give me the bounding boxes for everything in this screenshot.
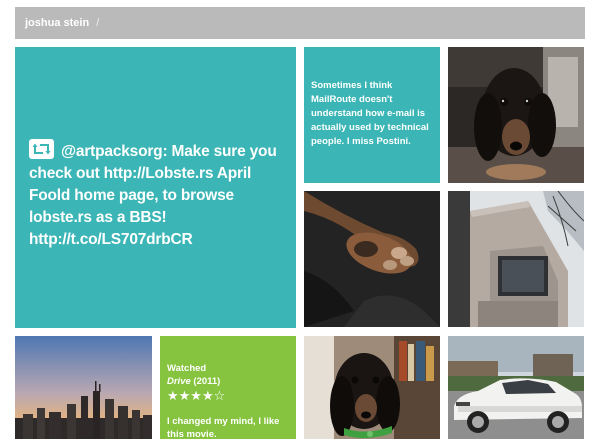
movie-review: I changed my mind, I like this movie. (167, 416, 280, 439)
photo-dachshund-on-chair[interactable] (448, 47, 584, 183)
star-rating: ★★★★☆ (167, 388, 226, 403)
movie-year: (2011) (193, 376, 221, 387)
photo-white-bmw-car[interactable] (448, 336, 584, 439)
tweet-text-large: @artpacksorg: Make sure you check out ht… (29, 143, 277, 248)
tweet-text-small: Sometimes I think MailRoute doesn't unde… (311, 80, 429, 147)
movie-label: Watched (167, 363, 207, 374)
breadcrumb: joshua stein / (15, 7, 585, 39)
movie-title: Drive (167, 376, 191, 387)
photo-modern-building[interactable] (448, 191, 584, 327)
photo-dog-paw[interactable] (304, 191, 440, 327)
movie-title-line: Drive (2011) (167, 375, 289, 388)
photo-dachshund-green-collar[interactable] (304, 336, 440, 439)
breadcrumb-home-link[interactable]: joshua stein (25, 17, 89, 29)
tweet-tile-large[interactable]: @artpacksorg: Make sure you check out ht… (15, 47, 296, 328)
tweet-tile-small[interactable]: Sometimes I think MailRoute doesn't unde… (304, 47, 440, 183)
movie-watched-tile[interactable]: Watched Drive (2011) ★★★★☆ I changed my … (160, 336, 296, 439)
retweet-icon (29, 139, 54, 159)
photo-chicago-skyline[interactable] (15, 336, 152, 439)
breadcrumb-separator: / (96, 17, 100, 29)
